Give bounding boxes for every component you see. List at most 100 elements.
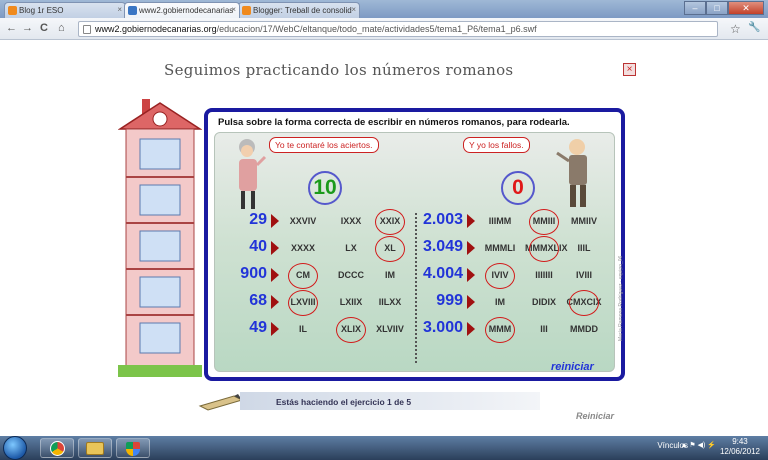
roman-option[interactable]: IL xyxy=(285,324,321,334)
windows-taskbar: Vínculos ▲ ⚑ ◀) ⚡ 9:43 12/06/2012 xyxy=(0,436,768,460)
activity-title: Seguimos practicando los números romanos xyxy=(164,61,514,79)
number-label: 40 xyxy=(249,238,267,255)
misses-speech-bubble: Y yo los fallos. xyxy=(463,137,530,153)
system-clock[interactable]: 9:43 12/06/2012 xyxy=(720,437,760,457)
tab-blogger[interactable]: Blogger: Treball de consolid × xyxy=(238,2,360,18)
exercise-footer: Estás haciendo el ejercicio 1 de 5 xyxy=(200,390,540,416)
tab-blog[interactable]: Blog 1r ESO × xyxy=(4,2,126,18)
hits-counter: 10 xyxy=(308,171,342,205)
tab-label: Blogger: Treball de consolid xyxy=(253,6,352,15)
roman-option[interactable]: LX xyxy=(333,243,369,253)
grandpa-character xyxy=(556,139,587,207)
instruction-text: Pulsa sobre la forma correcta de escribi… xyxy=(218,117,570,128)
tab-close-icon[interactable]: × xyxy=(351,5,356,14)
roman-option[interactable]: IM xyxy=(372,270,408,280)
tab-label: Blog 1r ESO xyxy=(19,6,64,15)
roman-option[interactable]: MMDD xyxy=(565,324,603,334)
page-icon xyxy=(83,25,91,34)
chrome-taskbar-icon[interactable] xyxy=(40,438,74,458)
page-content: Seguimos practicando los números romanos… xyxy=(0,41,768,436)
roman-option[interactable]: IILXX xyxy=(372,297,408,307)
number-label: 3.000 xyxy=(422,319,463,336)
misses-counter: 0 xyxy=(501,171,535,205)
selected-circle xyxy=(288,290,318,316)
arrow-right-icon xyxy=(271,268,279,282)
tab-close-icon[interactable]: × xyxy=(117,5,122,14)
number-label: 999 xyxy=(436,292,463,309)
arrow-right-icon xyxy=(271,295,279,309)
tab-close-icon[interactable]: × xyxy=(231,5,236,14)
arrow-right-icon xyxy=(271,214,279,228)
roman-option[interactable]: IIIIIII xyxy=(525,270,563,280)
arrow-right-icon xyxy=(467,322,475,336)
reiniciar-footer-link[interactable]: Reiniciar xyxy=(576,411,614,421)
tab-gobierno[interactable]: www2.gobiernodecanarias × xyxy=(124,2,240,18)
roman-option[interactable]: XXXX xyxy=(285,243,321,253)
arrow-right-icon xyxy=(271,241,279,255)
roman-option[interactable]: IVIII xyxy=(565,270,603,280)
page-icon xyxy=(128,6,137,15)
number-label: 68 xyxy=(249,292,267,309)
exercise-status: Estás haciendo el ejercicio 1 de 5 xyxy=(276,397,412,407)
roman-option[interactable]: XXVIV xyxy=(285,216,321,226)
arrow-right-icon xyxy=(271,322,279,336)
selected-circle xyxy=(485,317,515,343)
number-label: 4.004 xyxy=(422,265,463,282)
back-button[interactable]: ← xyxy=(6,22,17,34)
tab-label: www2.gobiernodecanarias xyxy=(139,6,234,15)
blogger-icon xyxy=(242,6,251,15)
roman-option[interactable]: IM xyxy=(481,297,519,307)
roman-option[interactable]: IIIL xyxy=(565,243,603,253)
roman-option[interactable]: MMMLI xyxy=(481,243,519,253)
center-divider xyxy=(415,213,418,363)
browser-window: Blog 1r ESO × www2.gobiernodecanarias × … xyxy=(0,0,768,460)
activity-close-button[interactable]: × xyxy=(623,63,636,76)
bookmark-star-icon[interactable]: ☆ xyxy=(730,22,741,36)
forward-button[interactable]: → xyxy=(22,22,33,34)
selected-circle xyxy=(288,263,318,289)
selected-circle xyxy=(485,263,515,289)
number-label: 29 xyxy=(249,211,267,228)
home-button[interactable]: ⌂ xyxy=(58,22,65,34)
url-path: /educacion/17/WebC/eltanque/todo_mate/ac… xyxy=(216,24,537,34)
roman-option[interactable]: IIIMM xyxy=(481,216,519,226)
roman-option[interactable]: MMIIV xyxy=(565,216,603,226)
building-illustration xyxy=(118,99,202,377)
close-window-button[interactable]: ✕ xyxy=(728,1,764,15)
roman-option[interactable]: IXXX xyxy=(333,216,369,226)
arrow-right-icon xyxy=(467,295,475,309)
tray-icons[interactable]: ▲ ⚑ ◀) ⚡ xyxy=(681,441,716,449)
shield-taskbar-icon[interactable] xyxy=(116,438,150,458)
minimize-button[interactable]: – xyxy=(684,1,706,15)
selected-circle xyxy=(569,290,599,316)
selected-circle xyxy=(529,236,559,262)
roman-option[interactable]: DIDIX xyxy=(525,297,563,307)
roman-option[interactable]: III xyxy=(525,324,563,334)
clock-time: 9:43 xyxy=(732,437,748,446)
window-controls: – □ ✕ xyxy=(684,1,764,15)
selected-circle xyxy=(375,236,405,262)
selected-circle xyxy=(336,317,366,343)
exercise-panel: Yo te contaré los aciertos. Y yo los fal… xyxy=(214,132,615,373)
roman-option[interactable]: DCCC xyxy=(333,270,369,280)
reload-button[interactable]: C xyxy=(40,22,48,34)
url-domain: www2.gobiernodecanarias.org xyxy=(95,24,217,34)
maximize-button[interactable]: □ xyxy=(706,1,728,15)
folder-taskbar-icon[interactable] xyxy=(78,438,112,458)
number-label: 900 xyxy=(240,265,267,282)
number-label: 3.049 xyxy=(422,238,463,255)
reiniciar-link[interactable]: reiniciar xyxy=(551,361,594,373)
selected-circle xyxy=(375,209,405,235)
address-bar[interactable]: www2.gobiernodecanarias.org/educacion/17… xyxy=(78,21,718,37)
number-label: 2.003 xyxy=(422,211,463,228)
wrench-menu-icon[interactable]: 🔧 xyxy=(748,22,760,33)
roman-option[interactable]: LXIIX xyxy=(333,297,369,307)
browser-toolbar: ← → C ⌂ www2.gobiernodecanarias.org/educ… xyxy=(0,18,768,40)
selected-circle xyxy=(529,209,559,235)
hits-speech-bubble: Yo te contaré los aciertos. xyxy=(269,137,379,153)
roman-option[interactable]: XLVIIV xyxy=(372,324,408,334)
number-label: 49 xyxy=(249,319,267,336)
grandma-character xyxy=(239,139,267,209)
start-button-icon[interactable] xyxy=(3,436,27,460)
arrow-right-icon xyxy=(467,214,475,228)
